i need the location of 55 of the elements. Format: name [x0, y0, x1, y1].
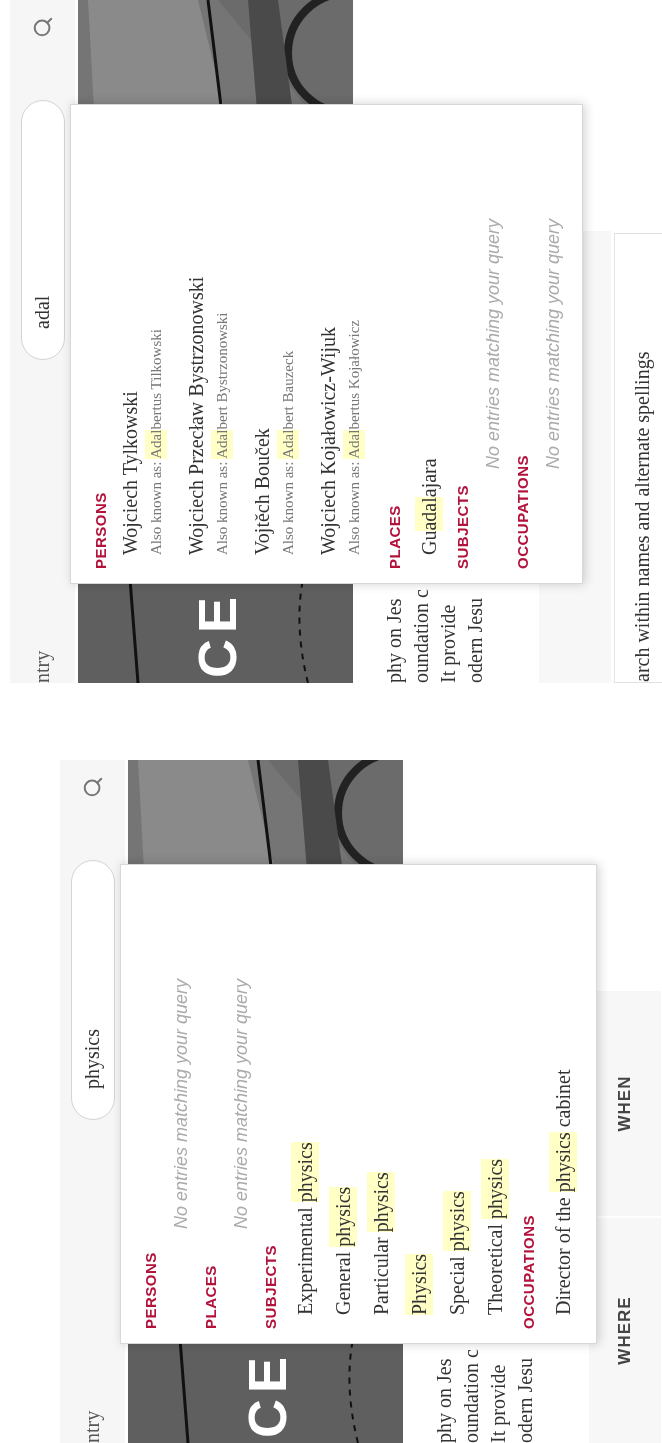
intro-text: phy on Jes [432, 1358, 457, 1443]
match-highlight: physics [549, 1132, 577, 1193]
empty-message: No entries matching your query [482, 217, 504, 472]
match-highlight: Adal [211, 429, 233, 459]
result-item[interactable]: Wojciech Przecław Bystrzonowski [182, 276, 210, 555]
section-heading: SUBJECTS [261, 1243, 280, 1329]
header-title: ntry [31, 650, 54, 683]
section-heading: PLACES [385, 504, 404, 569]
result-item[interactable]: Special physics [438, 1191, 476, 1315]
result-item[interactable]: Vojtěch Bouček [248, 428, 276, 555]
match-highlight: physics [291, 1142, 319, 1203]
info-text: arch within names and alternate spellings [631, 351, 653, 682]
result-item[interactable]: Wojciech Tylkowski [116, 391, 144, 555]
alias-text: Also known as: Adalbertus Kojałowicz [342, 320, 366, 555]
intro-text: phy on Jes [382, 598, 407, 683]
empty-message: No entries matching your query [542, 217, 564, 472]
search-field[interactable]: physics [70, 860, 115, 1120]
hero-title: CE [240, 1351, 294, 1438]
section-heading: PERSONS [141, 1251, 160, 1329]
alias-text: Also known as: Adalbertus Tilkowski [144, 329, 168, 555]
result-item[interactable]: Particular physics [362, 1172, 400, 1315]
match-highlight: physics [329, 1186, 357, 1247]
result-item[interactable]: Experimental physics [286, 1142, 324, 1315]
search-icon[interactable] [81, 776, 104, 798]
hero-title: CE [190, 591, 244, 678]
result-item[interactable]: Theoretical physics [476, 1158, 514, 1315]
match-highlight: physics [443, 1191, 471, 1252]
header-title: ntry [81, 1410, 104, 1443]
intro-text: It provide [436, 604, 461, 683]
alias-text: Also known as: Adalbert Bystrzonowski [210, 312, 234, 555]
match-highlight: Adal [343, 429, 365, 459]
search-field[interactable]: adal [20, 100, 65, 360]
section-heading: SUBJECTS [453, 483, 472, 569]
match-highlight: Adal [145, 429, 167, 459]
match-highlight: physics [481, 1158, 509, 1219]
empty-message: No entries matching your query [230, 977, 252, 1232]
section-heading: PERSONS [91, 491, 110, 569]
search-icon[interactable] [31, 16, 54, 38]
match-highlight: adal [415, 497, 443, 531]
result-item[interactable]: Director of the physics cabinet [544, 1069, 582, 1315]
section-heading: PLACES [201, 1264, 220, 1329]
match-highlight: physics [367, 1172, 395, 1233]
intro-text: oundation c [459, 1349, 483, 1443]
section-heading: OCCUPATIONS [513, 453, 532, 569]
intro-text: odern Jesu [463, 598, 487, 683]
alias-text: Also known as: Adalbert Bauzeck [276, 350, 300, 555]
section-heading: OCCUPATIONS [519, 1213, 538, 1329]
result-item[interactable]: General physics [324, 1186, 362, 1315]
result-item[interactable]: Wojciech Kojałowicz-Wijuk [314, 326, 342, 555]
intro-text: It provide [486, 1364, 511, 1443]
intro-text: odern Jesu [513, 1358, 537, 1443]
empty-message: No entries matching your query [170, 977, 192, 1232]
match-highlight: Adal [277, 429, 299, 459]
result-item[interactable]: Guadalajara [410, 458, 448, 555]
intro-text: oundation c [409, 589, 433, 683]
